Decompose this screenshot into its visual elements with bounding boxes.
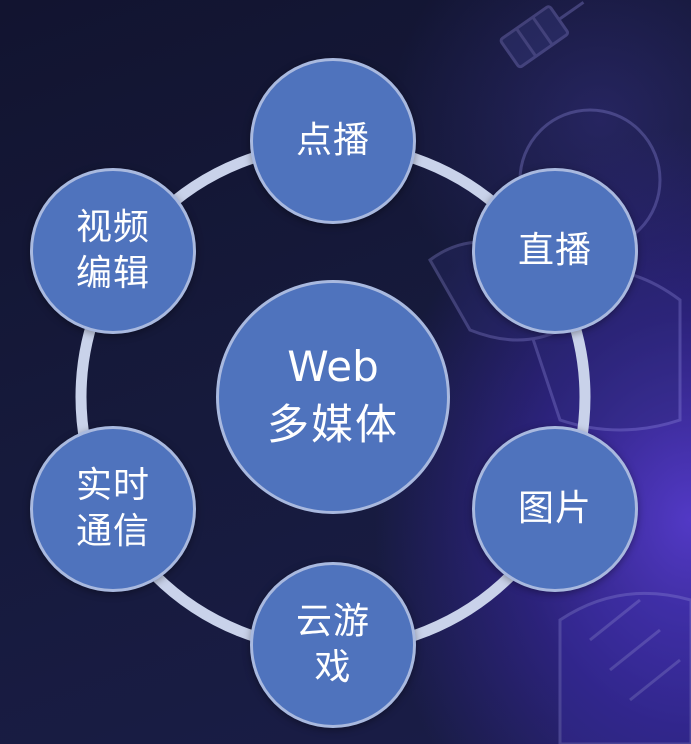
node-label: 图片 bbox=[517, 488, 592, 529]
node-label: 云游 戏 bbox=[295, 601, 370, 688]
node-realtime-communication: 实时 通信 bbox=[30, 426, 196, 592]
node-live: 直播 bbox=[472, 168, 638, 334]
node-image: 图片 bbox=[472, 426, 638, 592]
node-label: 实时 通信 bbox=[75, 465, 150, 552]
node-label: 视频 编辑 bbox=[75, 207, 150, 294]
center-title-line2: 多媒体 bbox=[266, 400, 399, 449]
slide: Web 多媒体 点播 直播 图片 云游 戏 实时 通信 视频 编辑 bbox=[0, 0, 691, 744]
node-label: 点播 bbox=[295, 120, 370, 161]
node-cloud-gaming: 云游 戏 bbox=[250, 562, 416, 728]
node-vod: 点播 bbox=[250, 58, 416, 224]
center-title-line1: Web bbox=[287, 342, 379, 391]
center-node-web-multimedia: Web 多媒体 bbox=[216, 280, 450, 514]
node-label: 直播 bbox=[517, 230, 592, 271]
node-video-editing: 视频 编辑 bbox=[30, 168, 196, 334]
